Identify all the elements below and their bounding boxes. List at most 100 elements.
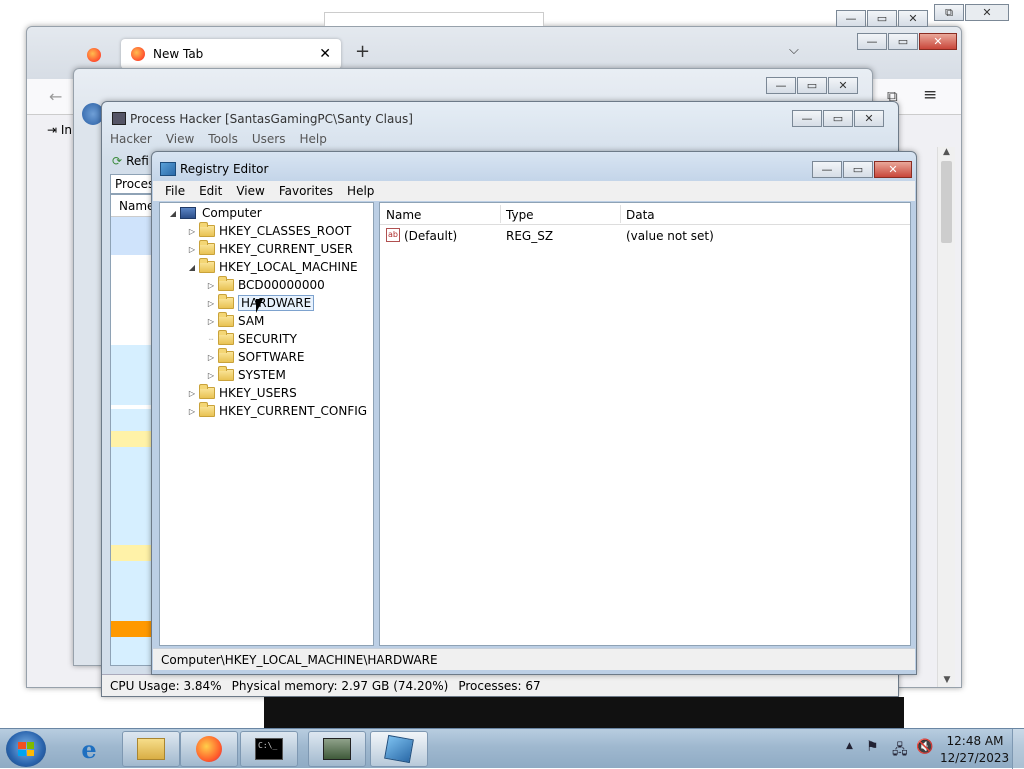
expand-arrow-icon[interactable]: ▷ <box>187 245 197 254</box>
regedit-close-button[interactable]: ✕ <box>874 161 912 178</box>
taskbar-firefox-button[interactable] <box>180 731 238 767</box>
back-arrow-icon[interactable]: ← <box>49 87 62 106</box>
new-tab-button[interactable]: + <box>355 41 370 62</box>
firefox-close-button[interactable]: ✕ <box>919 33 957 50</box>
firefox-minimize-button[interactable]: — <box>857 33 887 50</box>
folder-icon <box>199 402 215 417</box>
app-menu-icon[interactable]: ≡ <box>923 85 937 105</box>
blank-minimize-button[interactable]: — <box>766 77 796 94</box>
tree-item-hkcc[interactable]: HKEY_CURRENT_CONFIG <box>219 404 367 418</box>
start-button[interactable] <box>6 731 46 767</box>
ph-menu-view[interactable]: View <box>166 132 194 150</box>
show-hidden-icons-arrow[interactable]: ▲ <box>846 741 853 751</box>
collapse-arrow-icon[interactable]: ◢ <box>168 209 178 218</box>
collapse-arrow-icon[interactable]: ◢ <box>187 263 197 272</box>
taskbar-cmd-button[interactable]: C:\_ <box>240 731 298 767</box>
network-icon[interactable]: 🖧 <box>892 739 908 763</box>
tree-item-software[interactable]: SOFTWARE <box>238 350 304 364</box>
ph-minimize-button[interactable]: — <box>792 110 822 127</box>
regedit-list-pane[interactable]: Name Type Data ab (Default) REG_SZ (valu… <box>379 202 911 646</box>
tree-item-hklm[interactable]: HKEY_LOCAL_MACHINE <box>219 260 358 274</box>
ph-tab-processes[interactable]: Process <box>110 174 161 194</box>
ph-process-list: Name <box>110 194 156 666</box>
tree-item-system[interactable]: SYSTEM <box>238 368 286 382</box>
regedit-minimize-button[interactable]: — <box>812 161 842 178</box>
blank-close-button[interactable]: ✕ <box>828 77 858 94</box>
taskbar-regedit-button[interactable] <box>370 731 428 767</box>
folder-icon <box>199 222 215 237</box>
regedit-menu-view[interactable]: View <box>236 184 264 198</box>
table-row[interactable]: ab (Default) REG_SZ (value not set) <box>380 227 910 245</box>
ph-row-highlight[interactable] <box>111 217 155 255</box>
tree-line: ┄ <box>208 334 214 344</box>
list-all-tabs-icon[interactable]: ⌵ <box>789 43 799 58</box>
expand-arrow-icon[interactable]: ▷ <box>187 389 197 398</box>
expand-arrow-icon[interactable]: ▷ <box>187 407 197 416</box>
scroll-up-arrow[interactable]: ▲ <box>938 147 955 157</box>
value-data: (value not set) <box>626 229 714 243</box>
back2-close-button[interactable]: ✕ <box>898 10 928 27</box>
ph-menu-help[interactable]: Help <box>299 132 326 150</box>
expand-arrow-icon[interactable]: ▷ <box>206 299 216 308</box>
expand-arrow-icon[interactable]: ▷ <box>206 371 216 380</box>
back2-maximize-button[interactable]: ▭ <box>867 10 897 27</box>
expand-arrow-icon[interactable]: ▷ <box>206 281 216 290</box>
tree-item-hardware[interactable]: HARDWARE <box>238 295 315 311</box>
ph-row-yellow[interactable] <box>111 431 155 447</box>
tree-item-security[interactable]: SECURITY <box>238 332 297 346</box>
ph-status-cpu: CPU Usage: 3.84% <box>110 678 222 693</box>
back-window-close-button[interactable]: ✕ <box>965 4 1009 21</box>
show-desktop-button[interactable] <box>1012 729 1024 769</box>
command-prompt-icon: C:\_ <box>255 738 283 760</box>
value-type: REG_SZ <box>506 229 554 243</box>
scroll-down-arrow[interactable]: ▼ <box>938 675 956 685</box>
scroll-thumb[interactable] <box>941 161 952 243</box>
ph-refresh-button[interactable]: ⟳ Refi <box>112 154 149 168</box>
blank-maximize-button[interactable]: ▭ <box>797 77 827 94</box>
taskbar-process-hacker-button[interactable] <box>308 731 366 767</box>
tree-item-hkcu[interactable]: HKEY_CURRENT_USER <box>219 242 353 256</box>
taskbar-explorer-button[interactable] <box>122 731 180 767</box>
back-window-restore-button[interactable]: ⧉ <box>934 4 964 21</box>
firefox-maximize-button[interactable]: ▭ <box>888 33 918 50</box>
regedit-menu-file[interactable]: File <box>165 184 185 198</box>
ph-maximize-button[interactable]: ▭ <box>823 110 853 127</box>
tree-item-bcd[interactable]: BCD00000000 <box>238 278 325 292</box>
column-header-data[interactable]: Data <box>626 208 655 222</box>
sidebar-import-icon[interactable]: ⇥ In <box>47 123 72 137</box>
back2-minimize-button[interactable]: — <box>836 10 866 27</box>
tree-item-hku[interactable]: HKEY_USERS <box>219 386 297 400</box>
regedit-menu-help[interactable]: Help <box>347 184 374 198</box>
expand-arrow-icon[interactable]: ▷ <box>206 353 216 362</box>
tree-item-sam[interactable]: SAM <box>238 314 264 328</box>
firefox-tab[interactable]: New Tab ✕ <box>121 39 341 69</box>
column-header-type[interactable]: Type <box>506 208 534 222</box>
regedit-tree-pane[interactable]: ◢ Computer ▷ HKEY_CLASSES_ROOT ▷ HKEY_CU… <box>159 202 374 646</box>
ph-menu-hacker[interactable]: Hacker <box>110 132 152 150</box>
expand-arrow-icon[interactable]: ▷ <box>206 317 216 326</box>
ph-row-orange[interactable] <box>111 621 155 637</box>
regedit-menu-edit[interactable]: Edit <box>199 184 222 198</box>
ph-row-yellow[interactable] <box>111 545 155 561</box>
ph-menu-users[interactable]: Users <box>252 132 286 150</box>
vertical-scrollbar[interactable]: ▲ ▼ <box>937 147 955 687</box>
regedit-maximize-button[interactable]: ▭ <box>843 161 873 178</box>
process-hacker-app-icon <box>112 112 126 125</box>
clock-date[interactable]: 12/27/2023 <box>940 751 1009 765</box>
firefox-tab-icon <box>131 47 145 61</box>
tree-item-hkcr[interactable]: HKEY_CLASSES_ROOT <box>219 224 351 238</box>
volume-muted-icon[interactable]: 🔇 <box>916 739 933 755</box>
expand-arrow-icon[interactable]: ▷ <box>187 227 197 236</box>
column-header-name[interactable]: Name <box>386 208 421 222</box>
ph-row-block-blue[interactable] <box>111 345 155 405</box>
close-tab-icon[interactable]: ✕ <box>319 46 331 62</box>
regedit-menu-bar: File Edit View Favorites Help <box>153 181 915 201</box>
ph-column-name[interactable]: Name <box>111 195 155 217</box>
taskbar-ie-button[interactable]: e <box>60 731 118 767</box>
action-center-flag-icon[interactable]: ⚑ <box>866 739 879 755</box>
clock-time[interactable]: 12:48 AM <box>944 734 1006 748</box>
ph-menu-tools[interactable]: Tools <box>208 132 238 150</box>
tree-item-computer[interactable]: Computer <box>202 206 262 220</box>
regedit-menu-favorites[interactable]: Favorites <box>279 184 333 198</box>
ph-close-button[interactable]: ✕ <box>854 110 884 127</box>
